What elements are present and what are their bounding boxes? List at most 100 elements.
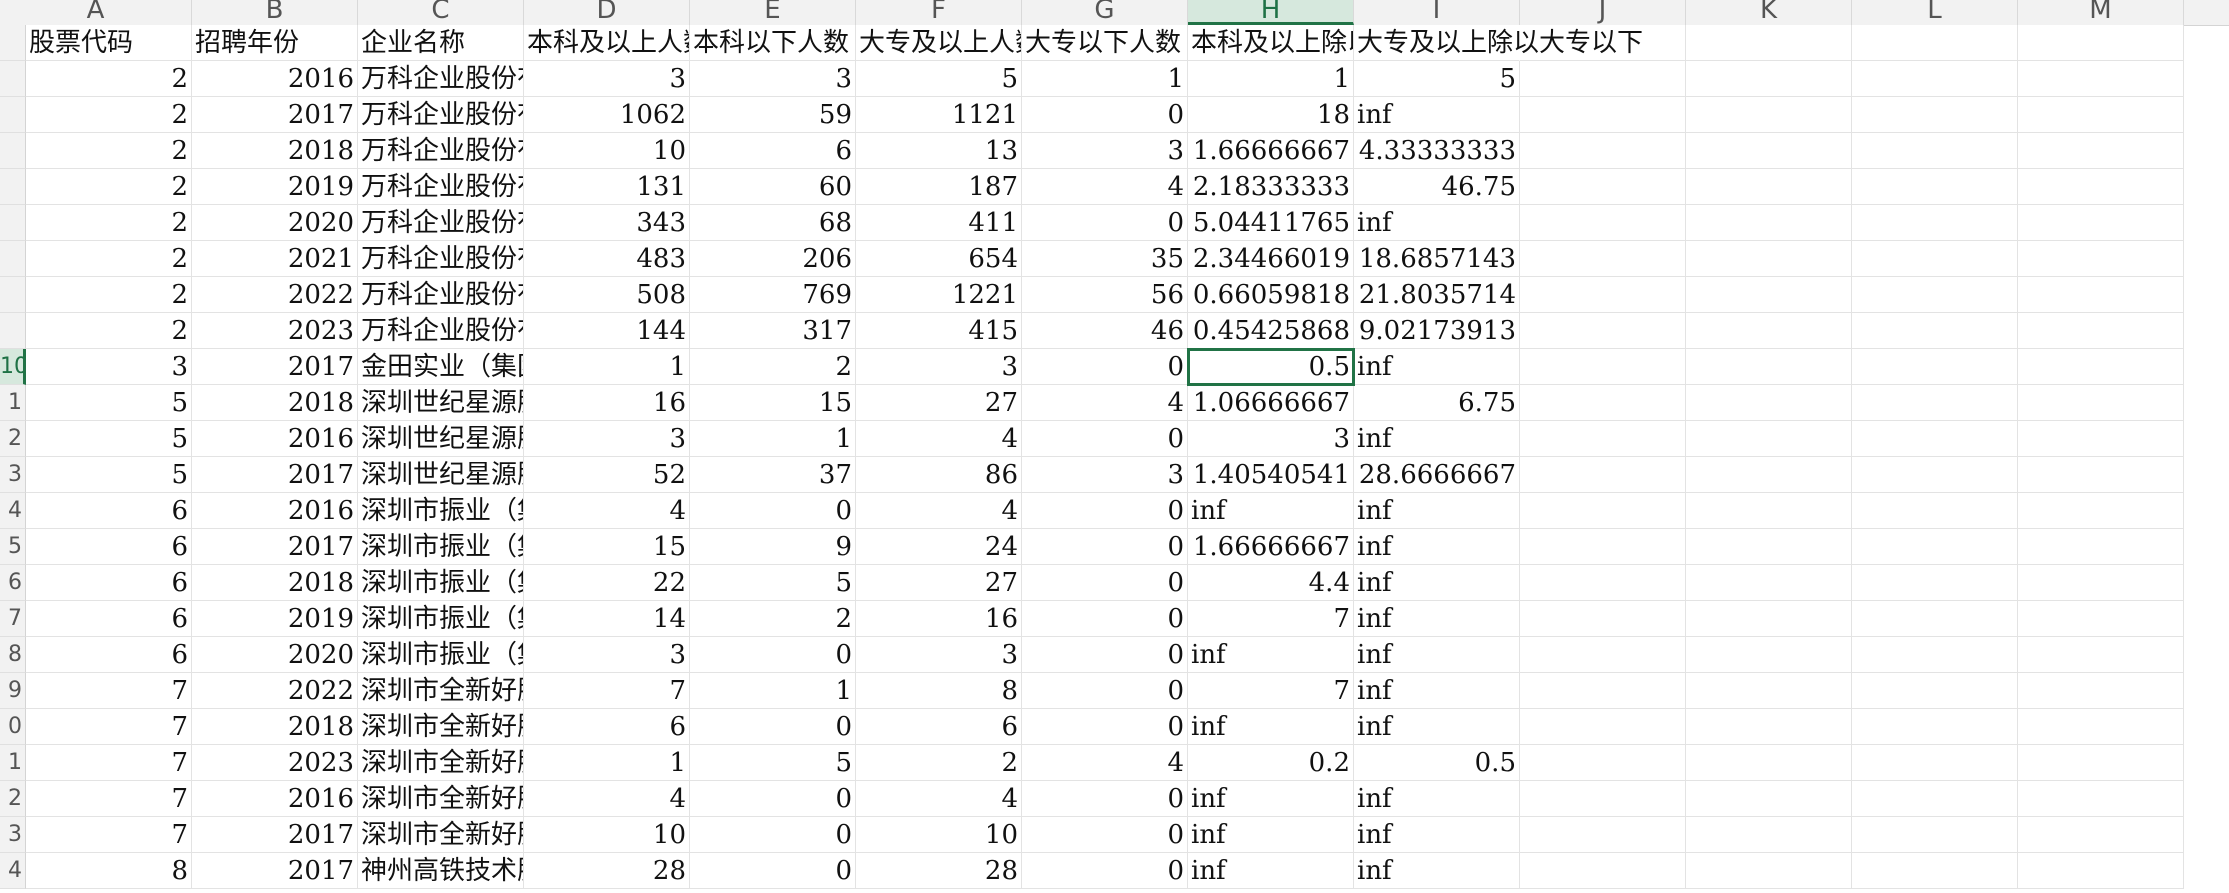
cell-f[interactable]: 10 <box>856 817 1022 853</box>
cell-a[interactable]: 5 <box>26 421 192 457</box>
cell-a[interactable]: 8 <box>26 853 192 889</box>
column-header-a[interactable]: A <box>0 0 192 25</box>
company-name-cell[interactable]: 万科企业股份有限公司 <box>358 277 524 313</box>
empty-cell[interactable] <box>1686 565 1852 601</box>
empty-cell[interactable] <box>2018 205 2184 241</box>
cell-i[interactable]: inf <box>1354 421 1520 457</box>
row-header[interactable]: 1 <box>0 385 26 421</box>
cell-i[interactable]: inf <box>1354 817 1520 853</box>
header-cell-ratio-college[interactable]: 大专及以上除以大专以下 <box>1354 25 1644 61</box>
cell-h[interactable]: 0.2 <box>1188 745 1354 781</box>
cell-d[interactable]: 508 <box>524 277 690 313</box>
row-header[interactable] <box>0 277 26 313</box>
cell-b[interactable]: 2017 <box>192 349 358 385</box>
cell-f[interactable]: 28 <box>856 853 1022 889</box>
empty-cell[interactable] <box>1520 529 1686 565</box>
cell-i[interactable]: inf <box>1354 601 1520 637</box>
cell-h[interactable]: inf <box>1188 817 1354 853</box>
empty-cell[interactable] <box>1686 313 1852 349</box>
cell-h[interactable]: inf <box>1188 493 1354 529</box>
empty-cell[interactable] <box>1520 421 1686 457</box>
cell-g[interactable]: 3 <box>1022 133 1188 169</box>
cell-h[interactable]: inf <box>1188 781 1354 817</box>
empty-cell[interactable] <box>1852 529 2018 565</box>
company-name-cell[interactable]: 深圳市振业（集团）股份有限公司 <box>358 529 524 565</box>
cell-e[interactable]: 6 <box>690 133 856 169</box>
cell-f[interactable]: 4 <box>856 421 1022 457</box>
company-name-cell[interactable]: 万科企业股份有限公司 <box>358 133 524 169</box>
empty-cell[interactable] <box>2018 853 2184 889</box>
cell-e[interactable]: 60 <box>690 169 856 205</box>
cell-i[interactable]: 28.6666667 <box>1354 457 1520 493</box>
cell-f[interactable]: 4 <box>856 781 1022 817</box>
cell-f[interactable]: 1221 <box>856 277 1022 313</box>
cell-i[interactable]: 21.8035714 <box>1354 277 1520 313</box>
cell-a[interactable]: 7 <box>26 781 192 817</box>
empty-cell[interactable] <box>1520 781 1686 817</box>
cell-a[interactable]: 2 <box>26 241 192 277</box>
empty-cell[interactable] <box>1520 133 1686 169</box>
empty-cell[interactable] <box>2018 421 2184 457</box>
cell-b[interactable]: 2016 <box>192 781 358 817</box>
cell-a[interactable]: 2 <box>26 133 192 169</box>
row-header[interactable] <box>0 25 26 61</box>
empty-cell[interactable] <box>2018 133 2184 169</box>
cell-b[interactable]: 2023 <box>192 313 358 349</box>
empty-cell[interactable] <box>1852 205 2018 241</box>
cell-d[interactable]: 3 <box>524 637 690 673</box>
cell-f[interactable]: 27 <box>856 565 1022 601</box>
empty-cell[interactable] <box>2018 637 2184 673</box>
empty-cell[interactable] <box>1520 277 1686 313</box>
company-name-cell[interactable]: 万科企业股份有限公司 <box>358 169 524 205</box>
cell-d[interactable]: 6 <box>524 709 690 745</box>
row-header[interactable]: 9 <box>0 673 26 709</box>
cell-d[interactable]: 4 <box>524 493 690 529</box>
empty-cell[interactable] <box>2018 673 2184 709</box>
empty-cell[interactable] <box>1520 709 1686 745</box>
empty-cell[interactable] <box>1852 601 2018 637</box>
empty-cell[interactable] <box>1852 169 2018 205</box>
cell-g[interactable]: 4 <box>1022 385 1188 421</box>
empty-cell[interactable] <box>1686 745 1852 781</box>
empty-cell[interactable] <box>1520 565 1686 601</box>
empty-cell[interactable] <box>1852 709 2018 745</box>
cell-a[interactable]: 6 <box>26 601 192 637</box>
empty-cell[interactable] <box>1852 673 2018 709</box>
cell-f[interactable]: 4 <box>856 493 1022 529</box>
empty-cell[interactable] <box>1686 637 1852 673</box>
cell-f[interactable]: 24 <box>856 529 1022 565</box>
empty-cell[interactable] <box>1686 277 1852 313</box>
header-cell-college-below[interactable]: 大专以下人数 <box>1022 25 1188 61</box>
cell-g[interactable]: 0 <box>1022 673 1188 709</box>
empty-cell[interactable] <box>1686 25 1852 61</box>
empty-cell[interactable] <box>1686 349 1852 385</box>
cell-g[interactable]: 56 <box>1022 277 1188 313</box>
cell-a[interactable]: 7 <box>26 673 192 709</box>
empty-cell[interactable] <box>1852 457 2018 493</box>
empty-cell[interactable] <box>1520 673 1686 709</box>
empty-cell[interactable] <box>2018 457 2184 493</box>
cell-e[interactable]: 1 <box>690 673 856 709</box>
cell-b[interactable]: 2019 <box>192 601 358 637</box>
empty-cell[interactable] <box>1852 421 2018 457</box>
empty-cell[interactable] <box>1520 457 1686 493</box>
cell-h[interactable]: 2.18333333 <box>1188 169 1354 205</box>
empty-cell[interactable] <box>1520 817 1686 853</box>
empty-cell[interactable] <box>2018 601 2184 637</box>
cell-i[interactable]: 5 <box>1354 61 1520 97</box>
company-name-cell[interactable]: 深圳市全新好股份有限公司 <box>358 673 524 709</box>
empty-cell[interactable] <box>1520 493 1686 529</box>
empty-cell[interactable] <box>2018 277 2184 313</box>
cell-a[interactable]: 6 <box>26 637 192 673</box>
cell-e[interactable]: 2 <box>690 601 856 637</box>
column-header-e[interactable]: E <box>690 0 856 25</box>
cell-h[interactable]: 1 <box>1188 61 1354 97</box>
cell-g[interactable]: 0 <box>1022 637 1188 673</box>
row-header[interactable] <box>0 133 26 169</box>
cell-b[interactable]: 2022 <box>192 277 358 313</box>
cell-i[interactable]: 18.6857143 <box>1354 241 1520 277</box>
row-header[interactable]: 0 <box>0 709 26 745</box>
empty-cell[interactable] <box>1686 421 1852 457</box>
cell-h[interactable]: inf <box>1188 709 1354 745</box>
header-cell-bachelor-above[interactable]: 本科及以上人数 <box>524 25 690 61</box>
